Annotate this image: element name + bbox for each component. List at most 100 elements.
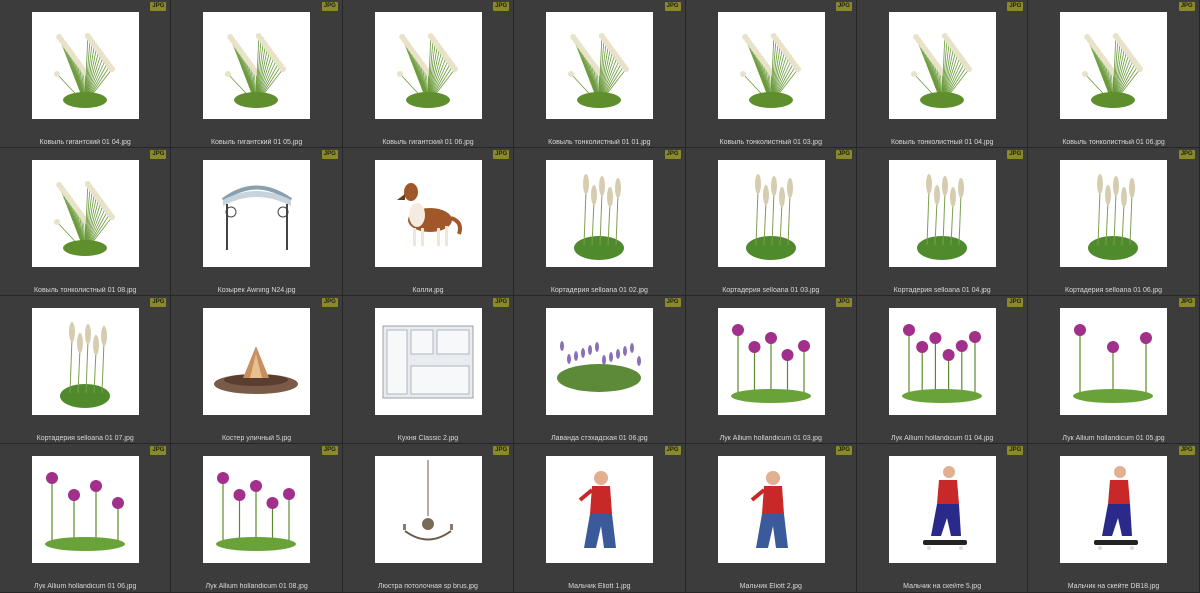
file-thumbnail-item[interactable]: JPG Кортадерия selloana 01 04.jpg — [856, 148, 1029, 296]
file-type-badge: JPG — [150, 298, 167, 307]
file-type-badge: JPG — [321, 2, 338, 11]
file-thumbnail-item[interactable]: JPG Ковыль гигантский 01 04.jpg — [0, 0, 172, 148]
file-name-label: Мальчик на скейте 5.jpg — [903, 583, 982, 590]
file-name-label: Мальчик Eliott 1.jpg — [568, 583, 631, 590]
thumbnail-image — [374, 160, 482, 267]
file-type-badge: JPG — [1178, 150, 1195, 159]
file-type-badge: JPG — [664, 298, 681, 307]
grass-icon — [225, 33, 287, 108]
awning-icon — [222, 185, 293, 250]
file-name-label: Ковыль тонколистный 01 08.jpg — [33, 287, 137, 294]
file-thumbnail-item[interactable]: JPG Лук Allium hollandicum 01 08.jpg — [171, 444, 343, 593]
file-name-label: Кортадерия selloana 01 04.jpg — [893, 287, 991, 294]
file-thumbnail-item[interactable]: JPG Кортадерия selloana 01 06.jpg — [1028, 148, 1200, 296]
file-thumbnail-item[interactable]: JPG Ковыль тонколистный 01 06.jpg — [1028, 0, 1200, 148]
thumbnail-image — [546, 160, 654, 267]
file-type-badge: JPG — [664, 150, 681, 159]
file-type-badge: JPG — [493, 150, 510, 159]
file-thumbnail-item[interactable]: JPG Лук Allium hollandicum 01 05.jpg — [1028, 296, 1200, 444]
file-name-label: Ковыль гигантский 01 04.jpg — [39, 139, 131, 146]
file-name-label: Костер уличный 5.jpg — [221, 435, 292, 442]
thumbnail-image — [32, 308, 139, 415]
file-thumbnail-item[interactable]: JPG Ковыль тонколистный 01 04.jpg — [856, 0, 1029, 148]
file-type-badge: JPG — [835, 446, 852, 455]
pampas-icon — [60, 322, 110, 408]
file-type-badge: JPG — [1007, 298, 1024, 307]
file-name-label: Ковыль тонколистный 01 06.jpg — [1062, 139, 1165, 146]
grass-icon — [1082, 33, 1144, 108]
file-name-label: Кортадерия selloana 01 06.jpg — [1065, 287, 1163, 294]
boy-icon — [750, 471, 788, 548]
kitchen-icon — [382, 325, 474, 399]
pampas-icon — [1088, 174, 1139, 260]
file-name-label: Кортадерия selloana 01 07.jpg — [36, 435, 134, 442]
file-thumbnail-item[interactable]: JPG Лук Allium hollandicum 01 06.jpg — [0, 444, 172, 593]
file-type-badge: JPG — [664, 2, 681, 11]
thumbnail-image — [546, 12, 654, 119]
file-name-label: Лук Allium hollandicum 01 06.jpg — [34, 583, 137, 590]
file-thumbnail-item[interactable]: JPG Лук Allium hollandicum 01 04.jpg — [856, 296, 1029, 444]
thumbnail-image — [717, 456, 825, 563]
dog-icon — [396, 183, 462, 246]
file-name-label: Ковыль гигантский 01 05.jpg — [210, 139, 303, 146]
thumbnail-image — [1060, 160, 1168, 267]
thumbnail-image — [1060, 456, 1168, 563]
file-name-label: Кухня Classic 2.jpg — [397, 435, 459, 442]
allium-icon — [216, 472, 297, 551]
file-thumbnail-item[interactable]: JPG Костер уличный 5.jpg — [171, 296, 343, 444]
grass-icon — [396, 33, 458, 108]
thumbnail-image — [717, 308, 825, 415]
file-type-badge: JPG — [150, 446, 167, 455]
file-thumbnail-item[interactable]: JPG Ковыль гигантский 01 06.jpg — [342, 0, 515, 148]
thumbnail-image — [203, 308, 311, 415]
thumbnail-image — [203, 12, 311, 119]
file-thumbnail-item[interactable]: JPG Лаванда стэхадская 01 06.jpg — [514, 296, 686, 444]
file-type-badge: JPG — [1007, 2, 1024, 11]
thumbnail-image — [203, 456, 311, 563]
grass-icon — [54, 181, 115, 256]
file-type-badge: JPG — [664, 446, 681, 455]
thumbnail-image — [717, 160, 825, 267]
file-thumbnail-item[interactable]: JPG Люстра потолочная sp brus.jpg — [342, 444, 515, 593]
file-thumbnail-item[interactable]: JPG Ковыль гигантский 01 05.jpg — [171, 0, 343, 148]
file-thumbnail-item[interactable]: JPG Мальчик Eliott 2.jpg — [685, 444, 857, 593]
chandelier-icon — [402, 460, 453, 541]
lavender-icon — [557, 341, 642, 392]
file-type-badge: JPG — [321, 446, 338, 455]
thumbnail-image — [32, 456, 139, 563]
pampas-icon — [574, 174, 625, 260]
thumbnail-image — [203, 160, 311, 267]
file-thumbnail-item[interactable]: JPG Мальчик Eliott 1.jpg — [514, 444, 686, 593]
file-type-badge: JPG — [835, 298, 852, 307]
file-name-label: Ковыль тонколистный 01 04.jpg — [890, 139, 994, 146]
boy-icon — [578, 471, 617, 548]
thumbnail-image — [546, 456, 654, 563]
file-thumbnail-item[interactable]: JPG Козырек Awning N24.jpg — [171, 148, 343, 296]
allium-icon — [45, 472, 125, 551]
file-thumbnail-item[interactable]: JPG Кортадерия selloana 01 03.jpg — [685, 148, 857, 296]
file-type-badge: JPG — [150, 2, 167, 11]
thumbnail-image — [374, 12, 482, 119]
grass-icon — [568, 33, 630, 108]
file-thumbnail-item[interactable]: JPG Кортадерия selloana 01 07.jpg — [0, 296, 172, 444]
thumbnail-image — [32, 160, 139, 267]
file-thumbnail-item[interactable]: JPG Колли.jpg — [342, 148, 515, 296]
file-thumbnail-item[interactable]: JPG Ковыль тонколистный 01 01.jpg — [514, 0, 686, 148]
file-type-badge: JPG — [1178, 2, 1195, 11]
file-type-badge: JPG — [493, 446, 510, 455]
thumbnail-image — [546, 308, 654, 415]
file-thumbnail-item[interactable]: JPG Кортадерия selloana 01 02.jpg — [514, 148, 686, 296]
thumbnail-image — [888, 456, 996, 563]
file-thumbnail-item[interactable]: JPG Мальчик на скейте DB18.jpg — [1028, 444, 1200, 593]
file-thumbnail-item[interactable]: JPG Мальчик на скейте 5.jpg — [856, 444, 1029, 593]
allium-icon — [1073, 324, 1154, 403]
file-thumbnail-item[interactable]: JPG Ковыль тонколистный 01 08.jpg — [0, 148, 172, 296]
file-thumbnail-item[interactable]: JPG Кухня Classic 2.jpg — [342, 296, 515, 444]
file-thumbnail-item[interactable]: JPG Ковыль тонколистный 01 03.jpg — [685, 0, 857, 148]
file-name-label: Лук Allium hollandicum 01 03.jpg — [719, 435, 822, 442]
file-type-badge: JPG — [835, 2, 852, 11]
file-thumbnail-item[interactable]: JPG Лук Allium hollandicum 01 03.jpg — [685, 296, 857, 444]
pampas-icon — [916, 174, 967, 260]
file-name-label: Ковыль тонколистный 01 03.jpg — [719, 139, 822, 146]
thumbnail-image — [888, 160, 996, 267]
